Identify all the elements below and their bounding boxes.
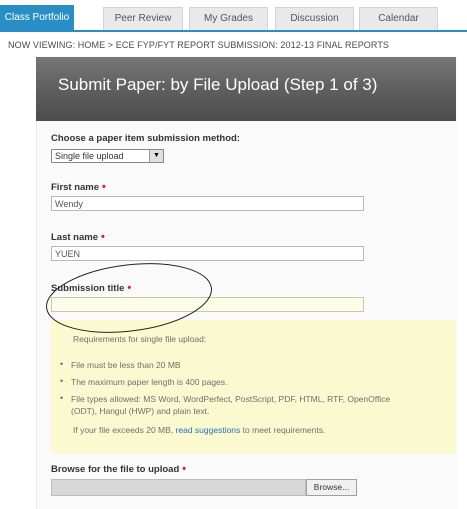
breadcrumb: NOW VIEWING: HOME > ECE FYP/FYT REPORT S…: [8, 40, 390, 50]
required-marker: •: [101, 231, 105, 243]
requirements-box: Requirements for single file upload: • F…: [51, 320, 456, 454]
requirements-heading: Requirements for single file upload:: [73, 334, 207, 344]
tab-discussion[interactable]: Discussion: [275, 7, 354, 30]
requirement-item-continued: (ODT), Hangul (HWP) and plain text.: [71, 406, 210, 416]
submission-method-select[interactable]: Single file upload ▼: [51, 149, 164, 163]
tab-calendar[interactable]: Calendar: [359, 7, 438, 30]
required-marker: •: [102, 181, 106, 193]
tab-my-grades[interactable]: My Grades: [189, 7, 268, 30]
last-name-field[interactable]: YUEN: [51, 246, 364, 261]
submission-title-label: Submission title •: [51, 282, 132, 294]
read-suggestions-link[interactable]: read suggestions: [176, 425, 241, 435]
method-label: Choose a paper item submission method:: [51, 133, 240, 144]
tab-peer-review[interactable]: Peer Review: [103, 7, 183, 30]
required-marker: •: [182, 463, 187, 475]
first-name-field[interactable]: Wendy: [51, 196, 364, 211]
page-title: Submit Paper: by File Upload (Step 1 of …: [58, 75, 378, 94]
file-path-field[interactable]: [51, 479, 306, 496]
last-name-label: Last name •: [51, 231, 105, 243]
bullet-icon: •: [60, 393, 64, 403]
requirement-item: File types allowed: MS Word, WordPerfect…: [71, 394, 391, 404]
requirement-item: The maximum paper length is 400 pages.: [71, 377, 228, 387]
tab-underline: [0, 30, 467, 32]
page-header: Submit Paper: by File Upload (Step 1 of …: [36, 57, 456, 121]
submission-title-field[interactable]: [51, 297, 364, 312]
tab-bar: Class Portfolio Peer Review My Grades Di…: [0, 0, 467, 30]
required-marker: •: [127, 282, 132, 294]
chevron-down-icon[interactable]: ▼: [149, 150, 163, 162]
browse-button[interactable]: Browse...: [306, 479, 357, 496]
requirement-item: File must be less than 20 MB: [71, 360, 181, 370]
size-note: If your file exceeds 20 MB, read suggest…: [73, 425, 326, 435]
tab-class-portfolio[interactable]: Class Portfolio: [0, 5, 74, 30]
submission-method-value: Single file upload: [55, 151, 124, 161]
bullet-icon: •: [60, 376, 64, 386]
first-name-label: First name •: [51, 181, 106, 193]
bullet-icon: •: [60, 359, 64, 369]
browse-label: Browse for the file to upload •: [51, 463, 187, 475]
